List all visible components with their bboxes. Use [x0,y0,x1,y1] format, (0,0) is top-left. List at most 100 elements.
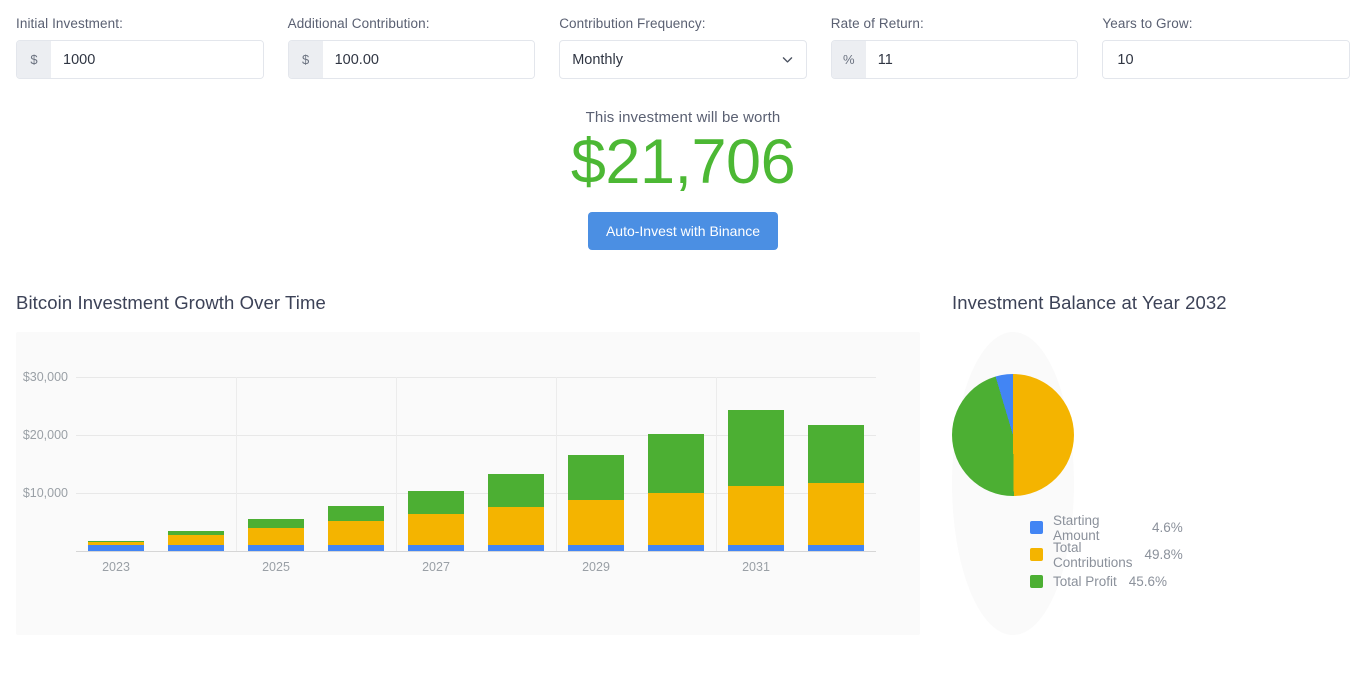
charts-section: Bitcoin Investment Growth Over Time $10,… [0,292,1366,635]
pie-chart-block: Investment Balance at Year 2032 Starting… [952,292,1350,635]
bar-segment [328,545,384,551]
bar-column[interactable]: 2025 [236,377,316,551]
bar-stack [88,541,144,551]
dollar-prefix-icon: $ [17,41,51,78]
bar-column[interactable] [316,377,396,551]
legend-item[interactable]: Total Profit 45.6% [1030,568,1183,595]
x-axis-tick: 2031 [742,560,770,574]
bar-segment [88,545,144,551]
axis-baseline [76,551,876,552]
field-initial-investment: Initial Investment: $ [16,16,264,79]
bar-segment [808,483,864,546]
bar-column[interactable] [636,377,716,551]
bar-stack [648,434,704,552]
pie-chart-panel[interactable]: Starting Amount4.6%Total Contributions49… [952,332,1074,635]
auto-invest-button[interactable]: Auto-Invest with Binance [588,212,778,250]
bar-column[interactable]: 2029 [556,377,636,551]
pie-graphic [952,374,1074,496]
pie-container [952,374,1074,496]
label-rate-of-return: Rate of Return: [831,16,1079,31]
x-axis-tick: 2029 [582,560,610,574]
bar-stack [248,519,304,551]
percent-prefix-icon: % [832,41,866,78]
bar-series-container: 2023 2025 2027 2029 2031 [76,377,876,551]
contribution-frequency-select[interactable]: Monthly [559,40,807,79]
y-axis-tick: $20,000 [23,428,68,442]
additional-contribution-input[interactable] [323,41,535,78]
bar-segment [728,486,784,545]
bar-stack [168,531,224,551]
bar-segment [808,545,864,551]
input-group-years-to-grow[interactable] [1102,40,1350,79]
bar-segment [728,410,784,486]
bar-chart-block: Bitcoin Investment Growth Over Time $10,… [16,292,920,635]
x-axis-tick: 2027 [422,560,450,574]
bar-column[interactable]: 2031 [716,377,796,551]
input-group-additional-contribution[interactable]: $ [288,40,536,79]
rate-of-return-input[interactable] [866,41,1078,78]
bar-chart-plot-area: $10,000$20,000$30,0002023202520272029203… [76,377,876,551]
bar-segment [408,491,464,514]
bar-column[interactable]: 2023 [76,377,156,551]
y-axis-tick: $10,000 [23,486,68,500]
bar-segment [728,545,784,551]
bar-segment [648,434,704,494]
field-additional-contribution: Additional Contribution: $ [288,16,536,79]
bar-stack [568,455,624,551]
pie-legend: Starting Amount4.6%Total Contributions49… [1030,514,1183,595]
years-to-grow-input[interactable] [1103,41,1349,78]
bar-segment [648,545,704,551]
label-additional-contribution: Additional Contribution: [288,16,536,31]
bar-column[interactable] [796,377,876,551]
legend-item[interactable]: Starting Amount4.6% [1030,514,1183,541]
bar-stack [728,410,784,551]
bar-column[interactable]: 2027 [396,377,476,551]
input-group-initial-investment[interactable]: $ [16,40,264,79]
bar-column[interactable] [156,377,236,551]
bar-segment [488,507,544,545]
legend-item[interactable]: Total Contributions49.8% [1030,541,1183,568]
bar-stack [808,425,864,551]
bar-segment [248,519,304,528]
bar-stack [408,491,464,551]
field-contribution-frequency: Contribution Frequency: Monthly [559,16,807,79]
chevron-down-icon [781,53,794,66]
bar-chart-title: Bitcoin Investment Growth Over Time [16,292,920,314]
bar-column[interactable] [476,377,556,551]
bar-segment [568,500,624,545]
initial-investment-input[interactable] [51,41,263,78]
bar-segment [328,521,384,545]
legend-swatch [1030,548,1043,561]
bar-segment [168,535,224,545]
bar-segment [648,493,704,545]
result-caption: This investment will be worth [0,109,1366,126]
label-years-to-grow: Years to Grow: [1102,16,1350,31]
legend-percentage: 45.6% [1129,574,1167,589]
contribution-frequency-value: Monthly [572,52,781,68]
y-axis-tick: $30,000 [23,370,68,384]
calculator-form: Initial Investment: $ Additional Contrib… [0,0,1366,79]
bar-chart-panel[interactable]: $10,000 $20,000 $30,000 2023 2025 2027 2029 203… [16,332,920,635]
bar-segment [168,545,224,551]
bar-segment [568,545,624,551]
x-axis-tick: 2023 [102,560,130,574]
bar-segment [408,514,464,545]
bar-segment [488,474,544,507]
bar-segment [328,506,384,521]
bar-stack [488,474,544,551]
legend-label: Starting Amount [1053,513,1140,543]
input-group-rate-of-return[interactable]: % [831,40,1079,79]
bar-segment [488,545,544,551]
legend-swatch [1030,575,1043,588]
legend-label: Total Profit [1053,574,1117,589]
pie-chart-title: Investment Balance at Year 2032 [952,292,1350,314]
bar-stack [328,506,384,551]
legend-label: Total Contributions [1053,540,1133,570]
dollar-prefix-icon: $ [289,41,323,78]
bar-segment [248,545,304,551]
x-axis-tick: 2025 [262,560,290,574]
field-rate-of-return: Rate of Return: % [831,16,1079,79]
label-initial-investment: Initial Investment: [16,16,264,31]
result-amount: $21,706 [0,130,1366,194]
cta-container: Auto-Invest with Binance [0,212,1366,250]
